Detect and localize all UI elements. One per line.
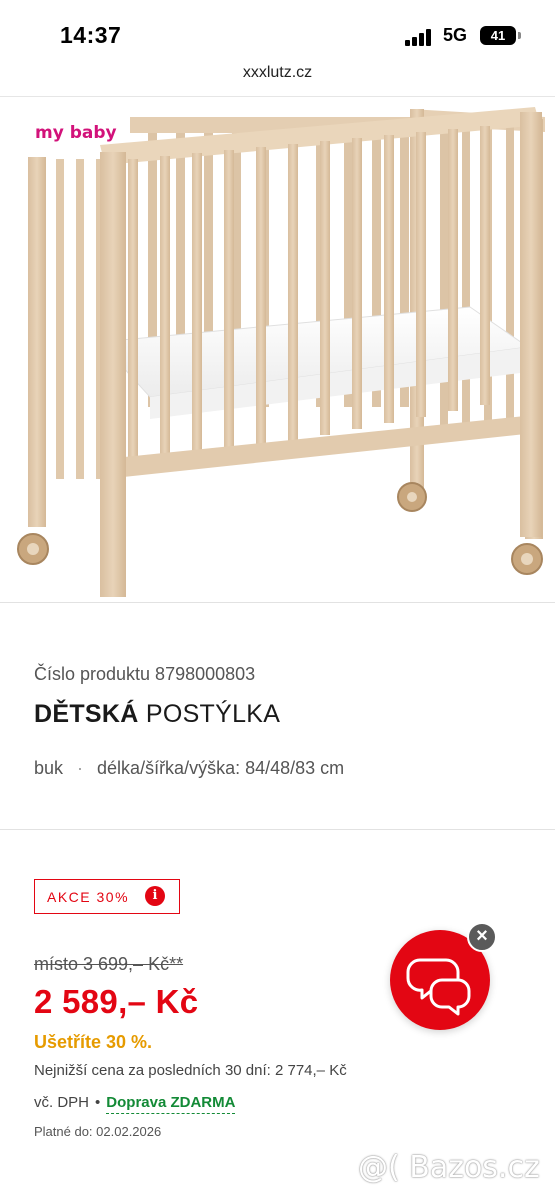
product-material: buk — [34, 758, 64, 778]
bullet: • — [95, 1094, 101, 1111]
product-number: Číslo produktu 8798000803 — [34, 664, 256, 684]
vat-line: vč. DPH • Doprava ZDARMA — [34, 1094, 236, 1114]
current-price: 2 589,– Kč — [34, 983, 199, 1020]
product-dimensions: délka/šířka/výška: 84/48/83 cm — [97, 758, 345, 778]
spec-separator: · — [77, 758, 84, 778]
valid-until: Platné do: 02.02.2026 — [34, 1124, 162, 1139]
divider — [0, 829, 555, 830]
product-title-bold: DĚTSKÁ — [34, 700, 139, 728]
product-specs: buk · délka/šířka/výška: 84/48/83 cm — [34, 758, 344, 779]
watermark: @( Bazos.cz — [358, 1150, 540, 1185]
close-icon[interactable]: × — [467, 922, 497, 952]
brand-logo: my baby — [35, 123, 117, 143]
network-label: 5G — [443, 25, 468, 45]
url-bar[interactable]: xxxlutz.cz — [0, 64, 555, 96]
free-shipping-link[interactable]: Doprava ZDARMA — [106, 1094, 236, 1114]
status-time: 14:37 — [60, 22, 122, 48]
product-title-regular: POSTÝLKA — [145, 700, 281, 728]
battery-tip — [518, 32, 521, 39]
savings-text: Ušetříte 30 %. — [34, 1032, 153, 1052]
vat-label: vč. DPH — [34, 1094, 90, 1111]
divider — [0, 602, 555, 603]
signal-icon — [405, 28, 435, 46]
info-icon[interactable]: i — [145, 886, 165, 906]
product-title: DĚTSKÁ POSTÝLKA — [34, 700, 280, 729]
promo-badge-label: AKCE 30% — [47, 888, 130, 905]
wheel — [17, 533, 49, 565]
status-bar: 14:37 5G 41 — [0, 0, 555, 64]
crib-illustration — [17, 107, 545, 597]
product-image[interactable]: my baby — [0, 97, 555, 602]
lowest-price-note: Nejnižší cena za posledních 30 dní: 2 77… — [34, 1062, 347, 1079]
battery-icon: 41 — [480, 26, 516, 45]
old-price: místo 3 699,– Kč** — [34, 954, 184, 974]
